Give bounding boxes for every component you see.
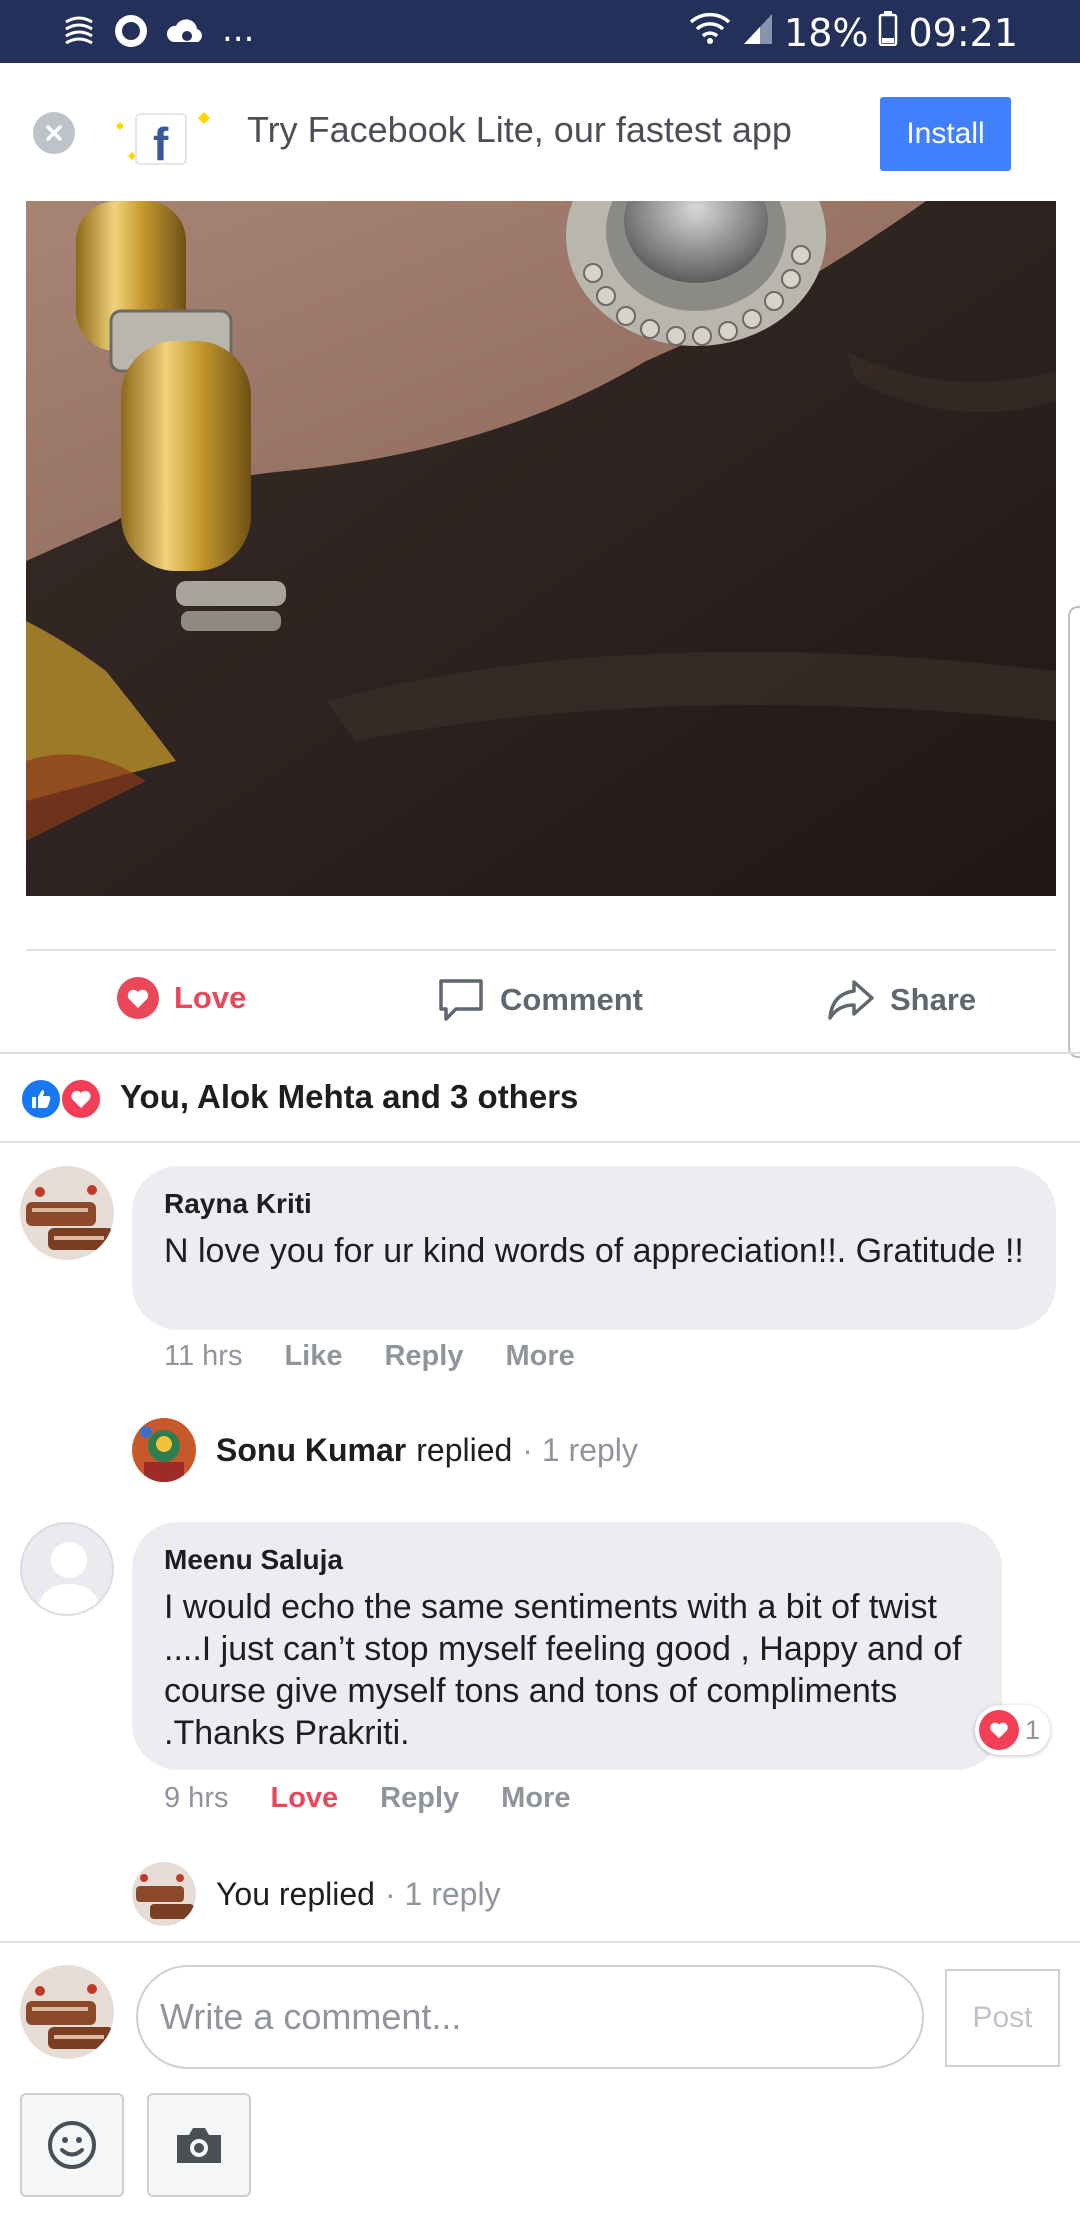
- camera-icon: [177, 2128, 221, 2163]
- record-icon: [112, 12, 150, 55]
- wifi-icon: [688, 10, 732, 55]
- status-right-icons: 18% 09:21: [688, 10, 1018, 55]
- love-label: Love: [174, 980, 247, 1015]
- avatar: [132, 1418, 196, 1482]
- install-button[interactable]: Install: [880, 97, 1011, 171]
- love-reaction-icon: [60, 1078, 102, 1120]
- comment-author[interactable]: Meenu Saluja: [164, 1544, 970, 1576]
- facebook-lite-logo: f: [110, 108, 210, 170]
- avatar: [132, 1862, 196, 1926]
- status-left-icons: ...: [62, 12, 254, 55]
- comment-author[interactable]: Rayna Kriti: [164, 1188, 1024, 1220]
- clock: 09:21: [908, 10, 1018, 55]
- share-icon: [828, 980, 874, 1020]
- sticker-button[interactable]: [20, 2093, 124, 2197]
- banner-message: Try Facebook Lite, our fastest app: [247, 109, 792, 150]
- photo-button[interactable]: [147, 2093, 251, 2197]
- more-notifications-indicator: ...: [222, 9, 255, 50]
- close-banner-button[interactable]: [33, 112, 75, 154]
- like-reaction-icon: [20, 1078, 62, 1120]
- reply-verb: replied: [416, 1431, 513, 1468]
- love-button[interactable]: Love: [116, 976, 246, 1020]
- reactions-summary[interactable]: You, Alok Mehta and 3 others: [20, 1074, 578, 1120]
- signal-icon: [742, 11, 774, 55]
- comment-text: N love you for ur kind words of apprecia…: [164, 1232, 1024, 1270]
- more-comment-button[interactable]: More: [501, 1782, 570, 1815]
- comment-label: Comment: [500, 982, 643, 1017]
- share-label: Share: [890, 982, 977, 1017]
- facebook-lite-banner: f Try Facebook Lite, our fastest app Ins…: [0, 63, 1080, 200]
- person-silhouette-icon: [22, 1524, 112, 1614]
- comment-meta: 11 hrs Like Reply More: [164, 1340, 617, 1373]
- post-action-bar: Love Comment Share: [0, 960, 1080, 1052]
- reaction-count: 1: [1025, 1714, 1041, 1745]
- comment-icon: [439, 979, 483, 1021]
- share-button[interactable]: Share: [826, 976, 976, 1024]
- comment-meta: 9 hrs Love Reply More: [164, 1782, 612, 1815]
- my-avatar: [20, 1965, 114, 2059]
- battery-percent: 18%: [784, 10, 869, 55]
- reply-preview[interactable]: You replied · 1 reply: [132, 1862, 501, 1926]
- divider: [0, 1052, 1080, 1054]
- reply-comment-button[interactable]: Reply: [384, 1340, 463, 1373]
- heart-icon: [979, 1710, 1019, 1750]
- comment-reaction-badge[interactable]: 1: [975, 1705, 1051, 1755]
- reply-comment-button[interactable]: Reply: [380, 1782, 459, 1815]
- comment-time: 9 hrs: [164, 1782, 229, 1814]
- heart-icon: [117, 977, 159, 1019]
- comment-time: 11 hrs: [164, 1340, 243, 1372]
- reply-count: · 1 reply: [384, 1875, 501, 1912]
- cloud-sync-icon: [166, 12, 206, 55]
- close-icon: [46, 125, 62, 141]
- love-comment-button[interactable]: Love: [270, 1782, 338, 1815]
- status-bar: ... 18% 09:21: [0, 0, 1080, 63]
- divider: [0, 1941, 1080, 1943]
- battery-icon: [878, 10, 898, 55]
- post-button[interactable]: Post: [945, 1969, 1060, 2067]
- notification-wave-icon: [62, 12, 96, 55]
- reply-count: · 1 reply: [522, 1431, 638, 1468]
- comment-bubble[interactable]: Meenu Saluja I would echo the same senti…: [132, 1522, 1002, 1770]
- reply-preview[interactable]: Sonu Kumar replied · 1 reply: [132, 1418, 638, 1482]
- more-comment-button[interactable]: More: [505, 1340, 574, 1373]
- post-photo[interactable]: [26, 201, 1056, 896]
- divider: [0, 1141, 1080, 1143]
- reply-author: Sonu Kumar: [216, 1431, 407, 1468]
- comment-button[interactable]: Comment: [436, 976, 643, 1024]
- avatar[interactable]: [20, 1166, 114, 1260]
- svg-text:f: f: [153, 118, 169, 168]
- comment-input[interactable]: Write a comment...: [136, 1965, 924, 2069]
- like-comment-button[interactable]: Like: [284, 1340, 342, 1373]
- reply-author: You replied: [216, 1875, 375, 1912]
- comment-bubble[interactable]: Rayna Kriti N love you for ur kind words…: [132, 1166, 1056, 1330]
- smiley-icon: [48, 2121, 96, 2169]
- comment-text: I would echo the same sentiments with a …: [164, 1588, 962, 1752]
- reactions-text: You, Alok Mehta and 3 others: [120, 1078, 579, 1115]
- reaction-icons: [20, 1074, 106, 1120]
- divider: [26, 949, 1056, 951]
- default-avatar[interactable]: [20, 1522, 114, 1616]
